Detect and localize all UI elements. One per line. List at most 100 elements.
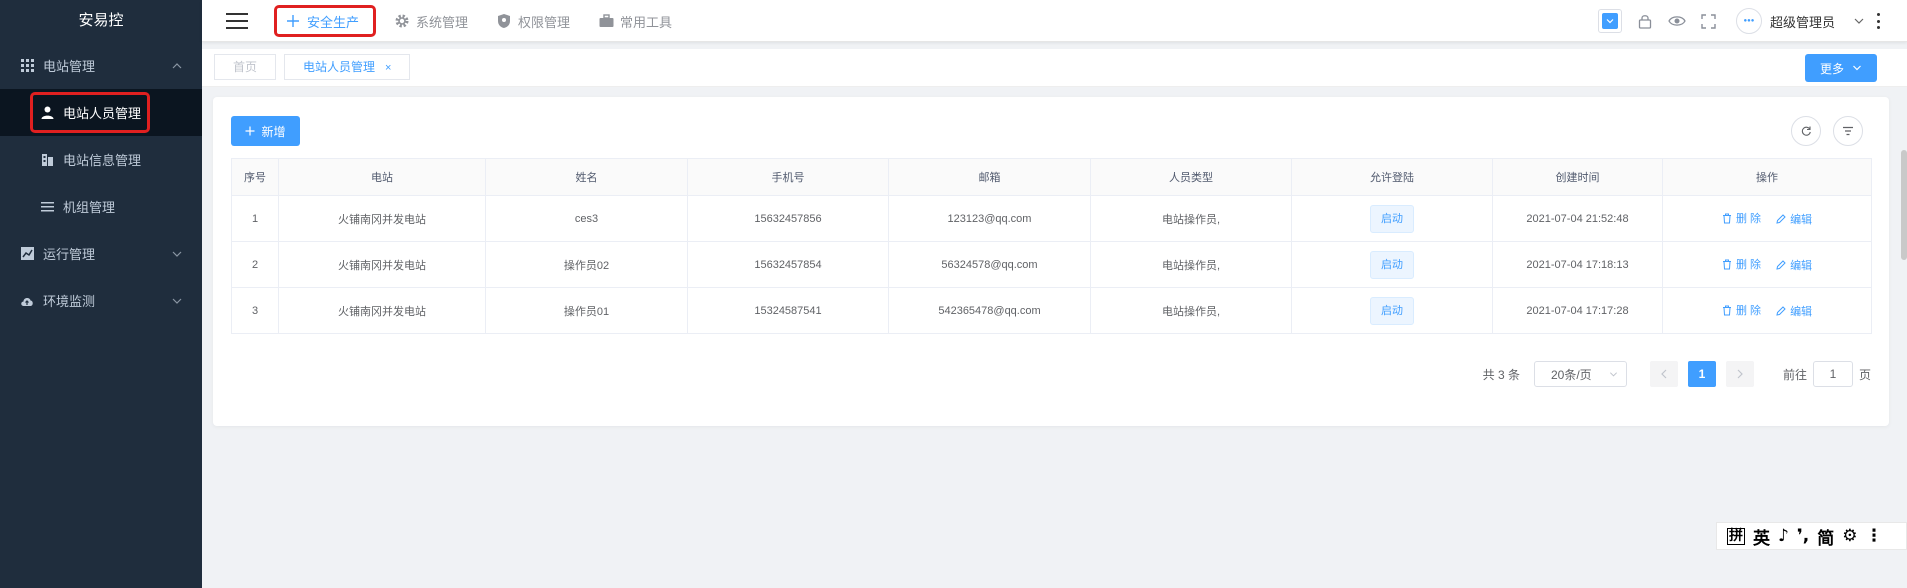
sidebar-group-environment-monitoring[interactable]: 环境监测 [0, 277, 202, 324]
pagination: 共 3 条 20条/页 1 前往 1 页 [1483, 360, 1871, 388]
column-header: 姓名 [485, 158, 688, 196]
cloud-icon [20, 294, 34, 308]
tag-home[interactable]: 首页 [214, 54, 277, 80]
login-status-button[interactable]: 启动 [1370, 204, 1414, 233]
grid-icon [20, 59, 34, 73]
hamburger-menu-icon[interactable] [226, 13, 248, 29]
edit-icon [1776, 260, 1786, 270]
topnav-permission-management[interactable]: 权限管理 [486, 5, 580, 37]
topnav-system-management[interactable]: 系统管理 [384, 5, 478, 37]
sidebar-group-label: 环境监测 [43, 294, 96, 309]
sidebar-item-station-staff[interactable]: 电站人员管理 [0, 89, 202, 136]
chart-icon [20, 247, 34, 261]
edit-button[interactable]: 编辑 [1776, 257, 1812, 273]
ime-more-icon[interactable]: ⋮ [1865, 526, 1882, 546]
ime-toolbar[interactable]: 拼 英 ♪ ❜, 简 ⚙ ⋮ [1716, 522, 1907, 550]
delete-button[interactable]: 删 除 [1722, 302, 1761, 318]
topnav-common-tools[interactable]: 常用工具 [588, 5, 682, 37]
top-nav: 安全生产 系统管理 权限管理 常用工具 [274, 0, 690, 42]
edit-label: 编辑 [1790, 259, 1813, 272]
chevron-down-icon [172, 298, 182, 304]
add-button[interactable]: 新增 [231, 116, 300, 146]
tag-station-staff[interactable]: 电站人员管理 × [284, 54, 411, 80]
more-button-label: 更多 [1819, 61, 1844, 76]
login-status-button[interactable]: 启动 [1370, 296, 1414, 325]
cell-type: 电站操作员, [1090, 195, 1292, 242]
edit-button[interactable]: 编辑 [1776, 303, 1812, 319]
column-header: 邮箱 [888, 158, 1091, 196]
theme-picker[interactable] [1597, 9, 1622, 33]
trash-icon [1722, 259, 1731, 270]
edit-icon [1776, 214, 1786, 224]
column-header: 人员类型 [1090, 158, 1292, 196]
ime-punctuation-icon[interactable]: ❜, [1797, 526, 1809, 546]
trash-icon [1722, 305, 1731, 316]
sidebar-item-label: 电站信息管理 [63, 153, 142, 168]
page-size-value: 20条/页 [1550, 367, 1592, 382]
tag-label: 电站人员管理 [303, 60, 376, 74]
close-icon[interactable]: × [385, 62, 391, 74]
prev-page-button[interactable] [1649, 361, 1678, 387]
gear-icon [394, 13, 410, 29]
page-number[interactable]: 1 [1687, 361, 1716, 387]
delete-button[interactable]: 删 除 [1722, 210, 1761, 226]
sidebar-group-station-management[interactable]: 电站管理 [0, 42, 202, 89]
cell-station: 火铺南冈并发电站 [278, 287, 486, 334]
column-header: 序号 [231, 158, 279, 196]
table-row: 3 火铺南冈并发电站 操作员01 15324587541 542365478@q… [231, 287, 1872, 334]
sidebar-item-label: 机组管理 [63, 200, 116, 215]
more-button[interactable]: 更多 [1805, 54, 1877, 82]
edit-icon [1776, 306, 1786, 316]
sidebar-group-operation-management[interactable]: 运行管理 [0, 230, 202, 277]
lock-icon[interactable] [1636, 12, 1654, 30]
cell-created: 2021-07-04 17:18:13 [1492, 241, 1663, 288]
trash-icon [1722, 213, 1731, 224]
table-row: 2 火铺南冈并发电站 操作员02 15632457854 56324578@qq… [231, 241, 1872, 288]
cell-email: 542365478@qq.com [888, 287, 1091, 334]
cell-email: 56324578@qq.com [888, 241, 1091, 288]
goto-page-input[interactable]: 1 [1812, 361, 1853, 387]
cell-name: ces3 [485, 195, 688, 242]
cell-station: 火铺南冈并发电站 [278, 241, 486, 288]
sidebar-item-units[interactable]: 机组管理 [0, 183, 202, 230]
cell-login: 启动 [1291, 241, 1493, 288]
ime-moon-icon[interactable]: ♪ [1778, 526, 1789, 546]
app-title: 安易控 [78, 12, 124, 29]
topnav-label: 系统管理 [416, 14, 469, 30]
delete-label: 删 除 [1735, 305, 1761, 318]
chevron-down-icon [1609, 372, 1617, 377]
cell-login: 启动 [1291, 195, 1493, 242]
refresh-button[interactable] [1791, 116, 1821, 146]
ime-english-icon[interactable]: 英 [1753, 524, 1770, 549]
ime-settings-icon[interactable]: ⚙ [1842, 526, 1857, 546]
next-page-button[interactable] [1725, 361, 1754, 387]
cell-name: 操作员02 [485, 241, 688, 288]
ime-simplified-icon[interactable]: 简 [1817, 524, 1834, 549]
eye-icon[interactable] [1668, 12, 1686, 30]
avatar[interactable]: ●●● [1735, 8, 1762, 34]
sidebar-item-label: 电站人员管理 [63, 106, 142, 121]
cell-name: 操作员01 [485, 287, 688, 334]
column-header: 电站 [278, 158, 486, 196]
cell-created: 2021-07-04 17:17:28 [1492, 287, 1663, 334]
sidebar-group-label: 电站管理 [43, 59, 96, 74]
delete-button[interactable]: 删 除 [1722, 256, 1761, 272]
login-status-button[interactable]: 启动 [1370, 250, 1414, 279]
cell-phone: 15324587541 [687, 287, 889, 334]
user-name[interactable]: 超级管理员 [1770, 12, 1835, 31]
page-size-select[interactable]: 20条/页 [1533, 361, 1627, 387]
topnav-safety-production[interactable]: 安全生产 [274, 5, 377, 37]
column-settings-button[interactable] [1833, 116, 1863, 146]
scrollbar[interactable] [1901, 150, 1907, 260]
cell-actions: 删 除 编辑 [1662, 241, 1872, 288]
fullscreen-icon[interactable] [1700, 12, 1718, 30]
chevron-down-icon[interactable] [1853, 15, 1865, 27]
edit-button[interactable]: 编辑 [1776, 211, 1812, 227]
more-vertical-icon[interactable] [1875, 13, 1881, 29]
user-icon [40, 106, 54, 120]
column-header: 手机号 [687, 158, 889, 196]
ime-pinyin-icon[interactable]: 拼 [1727, 527, 1745, 545]
sidebar-item-station-info[interactable]: 电站信息管理 [0, 136, 202, 183]
shield-icon [496, 13, 512, 29]
edit-label: 编辑 [1790, 213, 1813, 226]
